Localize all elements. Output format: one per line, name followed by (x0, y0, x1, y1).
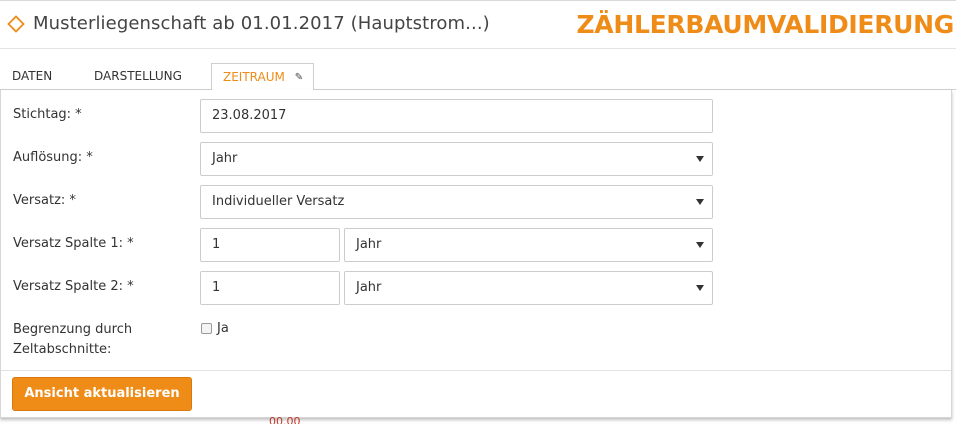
tab-zeitraum-label: ZEITRAUM (223, 70, 285, 84)
versatz-spalte-1-label: Versatz Spalte 1: * (13, 236, 134, 251)
versatz-spalte-2-number: 1 (212, 280, 221, 295)
begrenzung-checkbox[interactable] (201, 323, 212, 334)
ansicht-aktualisieren-button[interactable]: Ansicht aktualisieren (12, 377, 192, 411)
tab-bar: DATEN DARSTELLUNG ZEITRAUM ✎ (0, 63, 956, 91)
caret-down-icon (696, 285, 704, 291)
versatz-spalte-1-number-input[interactable]: 1 (200, 228, 340, 262)
versatz-label: Versatz: * (13, 193, 76, 208)
tab-darstellung[interactable]: DARSTELLUNG (94, 63, 182, 90)
pencil-icon: ✎ (294, 72, 304, 83)
versatz-spalte-2-label: Versatz Spalte 2: * (13, 279, 134, 294)
versatz-spalte-2-number-input[interactable]: 1 (200, 271, 340, 305)
background-text: 00.00 (269, 415, 301, 424)
stichtag-input[interactable]: 23.08.2017 (200, 99, 713, 133)
stichtag-label: Stichtag: * (13, 107, 82, 122)
aufloesung-value: Jahr (212, 151, 238, 166)
versatz-spalte-1-number: 1 (212, 237, 221, 252)
versatz-spalte-2-unit-select[interactable]: Jahr (344, 271, 713, 305)
caret-down-icon (696, 156, 704, 162)
zeitraum-panel: Stichtag: * 23.08.2017 Auflösung: * Jahr… (0, 90, 952, 418)
begrenzung-label-line2: Zeltabschnitte: (13, 342, 112, 357)
brand-title: ZÄHLERBAUMVALIDIERUNG (576, 10, 954, 39)
versatz-spalte-1-unit: Jahr (356, 237, 382, 252)
caret-down-icon (696, 242, 704, 248)
versatz-select[interactable]: Individueller Versatz (200, 185, 713, 219)
begrenzung-checkbox-label[interactable]: Ja (217, 321, 229, 336)
versatz-value: Individueller Versatz (212, 194, 345, 209)
versatz-spalte-1-unit-select[interactable]: Jahr (344, 228, 713, 262)
aufloesung-label: Auflösung: * (13, 150, 93, 165)
tab-zeitraum[interactable]: ZEITRAUM ✎ (211, 63, 314, 91)
page-title: Musterliegenschaft ab 01.01.2017 (Haupts… (33, 13, 490, 34)
stichtag-value: 23.08.2017 (212, 108, 287, 123)
page-header: Musterliegenschaft ab 01.01.2017 (Haupts… (0, 0, 956, 49)
panel-divider (1, 370, 951, 371)
diamond-outline-icon (7, 15, 25, 33)
begrenzung-label-line1: Begrenzung durch (13, 322, 133, 337)
tab-daten[interactable]: DATEN (12, 63, 52, 90)
versatz-spalte-2-unit: Jahr (356, 280, 382, 295)
aufloesung-select[interactable]: Jahr (200, 142, 713, 176)
caret-down-icon (696, 199, 704, 205)
